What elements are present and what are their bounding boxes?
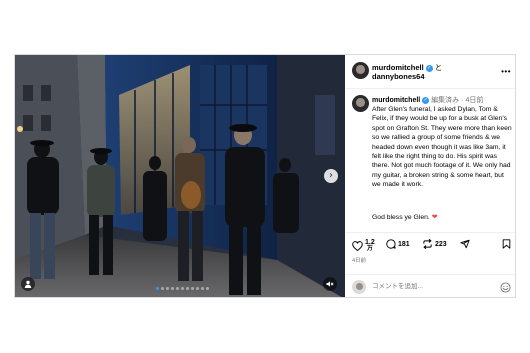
street-scene-image — [15, 55, 345, 297]
comment-icon — [386, 239, 396, 249]
carousel-dot — [191, 287, 194, 290]
carousel-dot — [181, 287, 184, 290]
carousel-dot — [176, 287, 179, 290]
carousel-dot — [206, 287, 209, 290]
repost-count: 223 — [435, 240, 447, 248]
caption-username[interactable]: murdomitchell — [372, 97, 420, 104]
like-button[interactable]: 1.2 万 — [352, 239, 375, 253]
carousel-dot — [201, 287, 204, 290]
carousel-dot — [196, 287, 199, 290]
more-icon[interactable]: ••• — [501, 67, 511, 76]
heart-emoji: ❤ — [431, 214, 438, 221]
post-header: murdomitchell ✓ と dannybones64 ••• — [346, 55, 515, 89]
author-username[interactable]: murdomitchell — [372, 63, 424, 72]
instagram-post: › murdomitchell ✓ と dannybones64 ••• mur… — [14, 54, 516, 298]
bookmark-icon — [502, 239, 511, 249]
author-avatar[interactable] — [352, 62, 369, 79]
heart-icon — [352, 241, 363, 251]
chevron-right-icon: › — [329, 170, 333, 181]
speaker-mute-icon — [326, 281, 334, 287]
action-bar: 1.2 万 181 223 4日前 — [346, 232, 515, 268]
save-button[interactable] — [502, 239, 511, 249]
user-tag-icon — [24, 280, 32, 288]
like-count: 1.2 — [365, 239, 375, 246]
comment-input[interactable] — [372, 283, 492, 290]
share-icon — [460, 239, 470, 249]
post-video[interactable]: › — [15, 55, 345, 297]
tagged-users-button[interactable] — [21, 277, 35, 291]
verified-badge-icon: ✓ — [422, 96, 430, 104]
edited-label: 編集済み — [431, 97, 460, 104]
share-button[interactable] — [460, 239, 470, 249]
caption-avatar[interactable] — [352, 95, 369, 112]
coauthor-username[interactable]: dannybones64 — [372, 72, 425, 81]
post-sidebar: murdomitchell ✓ と dannybones64 ••• murdom… — [346, 55, 515, 297]
carousel-indicator — [156, 287, 209, 290]
signoff-text: God bless ye Glen. — [372, 214, 432, 221]
post-date[interactable]: 4日前 — [352, 256, 366, 264]
mute-button[interactable] — [323, 277, 337, 291]
carousel-dot — [156, 287, 159, 290]
and-text: と — [434, 63, 443, 72]
caption-text: After Glen's funeral, I asked Dylan, Tom… — [372, 106, 512, 189]
carousel-dot — [166, 287, 169, 290]
carousel-dot — [161, 287, 164, 290]
caption-signoff: God bless ye Glen. ❤ — [372, 213, 437, 221]
emoji-icon[interactable] — [500, 282, 511, 293]
comment-button[interactable]: 181 — [386, 239, 410, 249]
repost-icon — [423, 239, 432, 249]
viewer-avatar — [352, 280, 366, 294]
verified-badge-icon: ✓ — [425, 64, 433, 72]
next-slide-button[interactable]: › — [324, 169, 338, 183]
carousel-dot — [171, 287, 174, 290]
repost-button[interactable]: 223 — [422, 239, 447, 249]
post-caption: murdomitchell ✓ 編集済み · 4日前 After Glen's f… — [346, 93, 515, 233]
like-count-unit: 万 — [366, 246, 373, 252]
caption-time[interactable]: 4日前 — [465, 97, 483, 104]
carousel-dot — [186, 287, 189, 290]
comment-bar — [346, 274, 515, 297]
comment-count: 181 — [398, 240, 410, 248]
